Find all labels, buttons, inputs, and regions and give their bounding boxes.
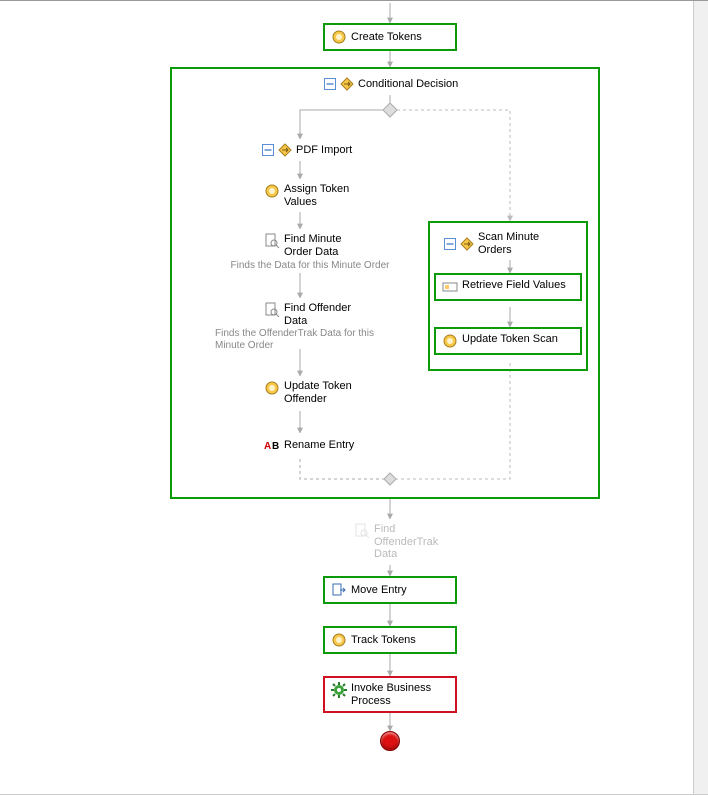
search-doc-icon bbox=[264, 233, 280, 249]
node-label: Invoke Business Process bbox=[351, 682, 449, 707]
node-create-tokens[interactable]: Create Tokens bbox=[323, 23, 457, 51]
node-move-entry[interactable]: Move Entry bbox=[323, 576, 457, 604]
workflow-canvas[interactable]: Create Tokens Conditional Decision PDF I… bbox=[0, 0, 708, 795]
search-doc-icon bbox=[264, 302, 280, 318]
node-label: Find Minute Order Data bbox=[284, 233, 372, 258]
node-label: Rename Entry bbox=[284, 439, 354, 452]
node-find-offendertrak-data-ghost[interactable]: Find OffenderTrak Data bbox=[348, 519, 468, 565]
node-subtitle: Finds the Data for this Minute Order bbox=[220, 259, 400, 271]
node-subtitle: Finds the OffenderTrak Data for this Min… bbox=[215, 327, 405, 351]
node-label: Conditional Decision bbox=[358, 78, 458, 91]
node-label: Find OffenderTrak Data bbox=[374, 523, 462, 561]
node-find-minute-order-data[interactable]: Find Minute Order Data bbox=[258, 229, 378, 258]
collapse-icon[interactable] bbox=[444, 238, 456, 250]
node-label: Create Tokens bbox=[351, 31, 422, 44]
node-scan-minute-orders[interactable]: Scan Minute Orders bbox=[438, 227, 578, 260]
diamond-arrow-icon bbox=[278, 143, 292, 157]
svg-text:B: B bbox=[272, 441, 279, 452]
node-invoke-business-process[interactable]: Invoke Business Process bbox=[323, 676, 457, 713]
node-conditional-decision[interactable]: Conditional Decision bbox=[318, 73, 464, 95]
node-label: Find Offender Data bbox=[284, 302, 372, 327]
node-label: Move Entry bbox=[351, 584, 407, 597]
node-rename-entry[interactable]: AB Rename Entry bbox=[258, 433, 360, 457]
token-icon bbox=[442, 333, 458, 349]
node-label: Update Token Scan bbox=[462, 333, 558, 346]
rename-ab-icon: AB bbox=[264, 437, 280, 453]
token-icon bbox=[264, 183, 280, 199]
node-update-token-scan[interactable]: Update Token Scan bbox=[434, 327, 582, 355]
token-icon bbox=[264, 380, 280, 396]
node-retrieve-field-values[interactable]: Retrieve Field Values bbox=[434, 273, 582, 301]
diamond-arrow-icon bbox=[460, 237, 474, 251]
node-pdf-import[interactable]: PDF Import bbox=[256, 139, 358, 161]
node-label: Retrieve Field Values bbox=[462, 279, 566, 292]
token-icon bbox=[331, 29, 347, 45]
token-icon bbox=[331, 632, 347, 648]
svg-text:A: A bbox=[264, 441, 271, 452]
node-label: Track Tokens bbox=[351, 634, 416, 647]
collapse-icon[interactable] bbox=[262, 144, 274, 156]
scrollbar-right[interactable] bbox=[693, 1, 708, 794]
node-find-offender-data[interactable]: Find Offender Data bbox=[258, 298, 378, 327]
move-doc-icon bbox=[331, 582, 347, 598]
field-box-icon bbox=[442, 279, 458, 295]
diamond-arrow-icon bbox=[340, 77, 354, 91]
node-update-token-offender[interactable]: Update Token Offender bbox=[258, 376, 368, 409]
node-assign-token-values[interactable]: Assign Token Values bbox=[258, 179, 368, 212]
end-terminator[interactable] bbox=[380, 731, 400, 751]
node-label: Update Token Offender bbox=[284, 380, 362, 405]
node-label: Scan Minute Orders bbox=[478, 231, 572, 256]
search-doc-icon bbox=[354, 523, 370, 539]
gear-green-icon bbox=[331, 682, 347, 698]
collapse-icon[interactable] bbox=[324, 78, 336, 90]
node-label: Assign Token Values bbox=[284, 183, 362, 208]
node-label: PDF Import bbox=[296, 144, 352, 157]
node-track-tokens[interactable]: Track Tokens bbox=[323, 626, 457, 654]
